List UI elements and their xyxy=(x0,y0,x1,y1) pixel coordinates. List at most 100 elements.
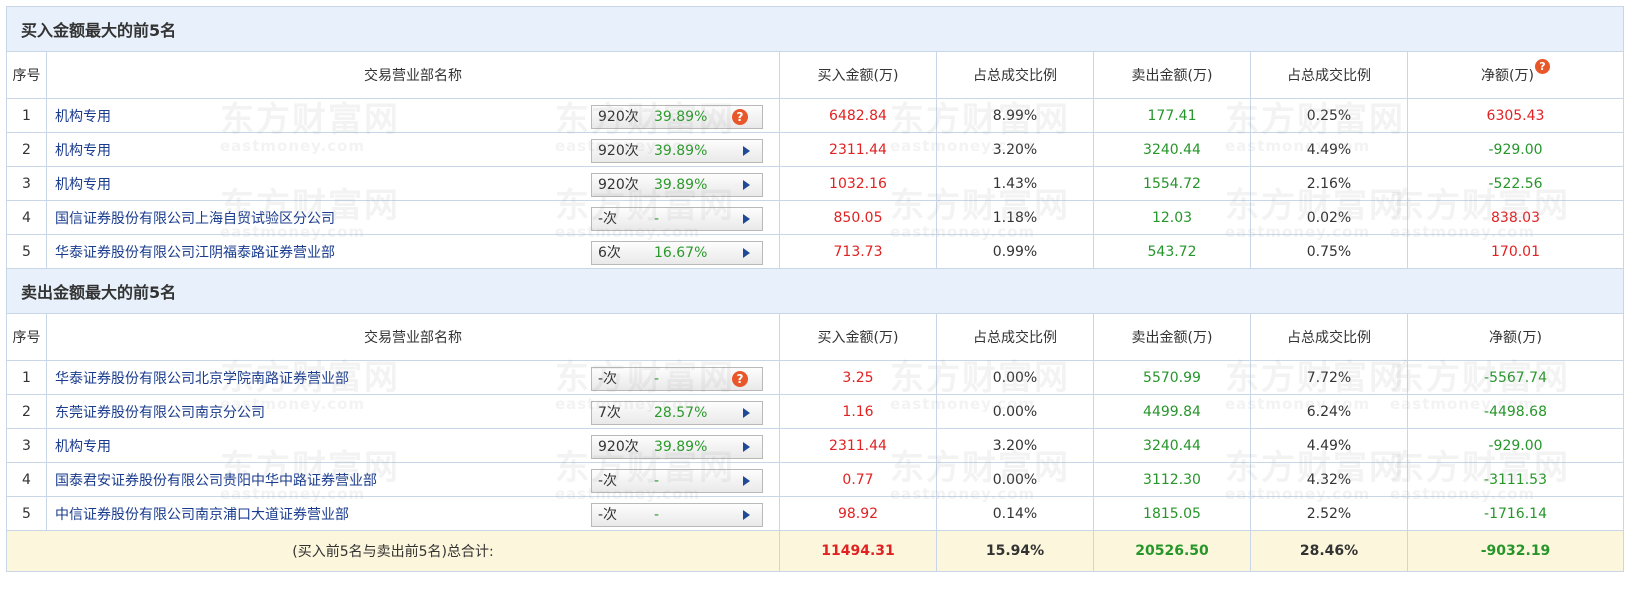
expand-arrow-icon[interactable] xyxy=(743,248,750,258)
header-buy-amount-label: 买入金额(万) xyxy=(817,330,899,346)
appearance-count: -次 xyxy=(598,507,618,523)
buy-amount: 6482.84 xyxy=(779,98,937,133)
branch-name-link[interactable]: 机构专用 xyxy=(55,143,111,159)
help-icon[interactable]: ? xyxy=(732,371,748,387)
header-index-label: 序号 xyxy=(12,68,41,84)
net-amount: -929.00 xyxy=(1406,428,1625,463)
expand-arrow-icon[interactable] xyxy=(743,408,750,418)
buy-ratio: 0.00% xyxy=(936,360,1094,395)
appearance-count: 7次 xyxy=(598,405,621,421)
branch-name-link[interactable]: 机构专用 xyxy=(55,109,111,125)
branch-name-link[interactable]: 机构专用 xyxy=(55,177,111,193)
header-sell-ratio: 占总成交比例 xyxy=(1250,313,1408,361)
dragon-tiger-table: 买入金额最大的前5名 序号 交易营业部名称 买入金额(万) 占总成交比例 卖出金额(万) 占… xyxy=(5,6,1625,572)
header-net-amount-label: 净额(万) xyxy=(1489,330,1542,346)
win-rate: - xyxy=(654,371,660,387)
total-sell-amount: 20526.50 xyxy=(1093,530,1251,572)
sell-section-title: 卖出金额最大的前5名 xyxy=(5,268,1625,314)
expand-arrow-icon[interactable] xyxy=(743,442,750,452)
sell-ratio: 0.02% xyxy=(1250,200,1408,235)
net-amount: 170.01 xyxy=(1406,234,1625,269)
appearance-count: -次 xyxy=(598,211,618,227)
header-branch-name-label: 交易营业部名称 xyxy=(364,330,462,346)
header-sell-ratio: 占总成交比例 xyxy=(1250,51,1408,99)
branch-name-cell: 机构专用 920次 39.89% xyxy=(46,132,780,167)
win-rate: 39.89% xyxy=(654,109,708,125)
expand-arrow-icon[interactable] xyxy=(743,146,750,156)
branch-stat-button[interactable]: -次 - xyxy=(591,469,763,493)
branch-name-cell: 中信证券股份有限公司南京浦口大道证券营业部 -次 - xyxy=(46,496,780,531)
header-buy-ratio: 占总成交比例 xyxy=(936,313,1094,361)
win-rate: - xyxy=(654,473,660,489)
win-rate: 39.89% xyxy=(654,177,708,193)
sell-amount: 177.41 xyxy=(1093,98,1251,133)
branch-name-link[interactable]: 国泰君安证券股份有限公司贵阳中华中路证券营业部 xyxy=(55,473,377,489)
sell-section-header: 卖出金额最大的前5名 xyxy=(5,268,1625,314)
header-sell-amount-label: 卖出金额(万) xyxy=(1131,68,1213,84)
buy-ratio: 1.43% xyxy=(936,166,1094,201)
branch-name-cell: 国信证券股份有限公司上海自贸试验区分公司 -次 - xyxy=(46,200,780,235)
appearance-count: 920次 xyxy=(598,143,639,159)
net-amount: 6305.43 xyxy=(1406,98,1625,133)
table-row: 1 机构专用 920次 39.89%? 6482.84 8.99% 177.41 0.25% 6… xyxy=(6,98,1625,133)
header-branch-name: 交易营业部名称 xyxy=(46,313,780,361)
expand-arrow-icon[interactable] xyxy=(743,180,750,190)
win-rate: - xyxy=(654,507,660,523)
branch-stat-button[interactable]: 920次 39.89% xyxy=(591,139,763,163)
sell-amount: 5570.99 xyxy=(1093,360,1251,395)
branch-name-cell: 机构专用 920次 39.89% xyxy=(46,166,780,201)
sell-ratio: 2.16% xyxy=(1250,166,1408,201)
sell-amount: 4499.84 xyxy=(1093,394,1251,429)
table-row: 2 东莞证券股份有限公司南京分公司 7次 28.57% 1.16 0.00% 4499.84… xyxy=(6,394,1625,429)
buy-amount: 850.05 xyxy=(779,200,937,235)
sell-ratio: 4.49% xyxy=(1250,132,1408,167)
sell-ratio: 4.49% xyxy=(1250,428,1408,463)
sell-ratio: 7.72% xyxy=(1250,360,1408,395)
branch-name-cell: 华泰证券股份有限公司江阴福泰路证券营业部 6次 16.67% xyxy=(46,234,780,269)
header-net-amount-label: 净额(万) xyxy=(1481,68,1534,84)
branch-stat-button[interactable]: 920次 39.89% xyxy=(591,173,763,197)
net-amount: -1716.14 xyxy=(1406,496,1625,531)
net-amount: -929.00 xyxy=(1406,132,1625,167)
buy-column-headers: 序号 交易营业部名称 买入金额(万) 占总成交比例 卖出金额(万) 占总成交比例 净额(万)… xyxy=(6,51,1625,99)
branch-stat-button[interactable]: 7次 28.57% xyxy=(591,401,763,425)
total-buy-amount: 11494.31 xyxy=(779,530,937,572)
buy-ratio: 1.18% xyxy=(936,200,1094,235)
branch-name-link[interactable]: 东莞证券股份有限公司南京分公司 xyxy=(55,405,265,421)
branch-stat-button[interactable]: -次 - xyxy=(591,207,763,231)
branch-stat-button[interactable]: 920次 39.89%? xyxy=(591,105,763,129)
lhb-page: 买入金额最大的前5名 序号 交易营业部名称 买入金额(万) 占总成交比例 卖出金额(万) 占… xyxy=(0,0,1629,604)
header-sell-amount: 卖出金额(万) xyxy=(1093,51,1251,99)
appearance-count: 920次 xyxy=(598,177,639,193)
branch-stat-button[interactable]: -次 -? xyxy=(591,367,763,391)
branch-name-link[interactable]: 国信证券股份有限公司上海自贸试验区分公司 xyxy=(55,211,335,227)
expand-arrow-icon[interactable] xyxy=(743,214,750,224)
net-amount: -4498.68 xyxy=(1406,394,1625,429)
net-help-icon[interactable]: ? xyxy=(1534,59,1550,74)
header-buy-ratio: 占总成交比例 xyxy=(936,51,1094,99)
branch-name-link[interactable]: 中信证券股份有限公司南京浦口大道证券营业部 xyxy=(55,507,349,523)
win-rate: - xyxy=(654,211,660,227)
expand-arrow-icon[interactable] xyxy=(743,510,750,520)
row-index: 5 xyxy=(6,234,47,269)
expand-arrow-icon[interactable] xyxy=(743,476,750,486)
branch-name-link[interactable]: 华泰证券股份有限公司江阴福泰路证券营业部 xyxy=(55,245,335,261)
branch-name-link[interactable]: 华泰证券股份有限公司北京学院南路证券营业部 xyxy=(55,371,349,387)
header-buy-amount: 买入金额(万) xyxy=(779,51,937,99)
net-amount: -3111.53 xyxy=(1406,462,1625,497)
branch-stat-button[interactable]: 6次 16.67% xyxy=(591,241,763,265)
header-buy-ratio-label: 占总成交比例 xyxy=(973,68,1057,84)
branch-name-link[interactable]: 机构专用 xyxy=(55,439,111,455)
buy-section-header: 买入金额最大的前5名 xyxy=(5,6,1625,52)
buy-ratio: 0.00% xyxy=(936,462,1094,497)
row-index: 2 xyxy=(6,132,47,167)
total-net-amount: -9032.19 xyxy=(1406,530,1625,572)
branch-name-cell: 国泰君安证券股份有限公司贵阳中华中路证券营业部 -次 - xyxy=(46,462,780,497)
branch-stat-button[interactable]: -次 - xyxy=(591,503,763,527)
branch-stat-button[interactable]: 920次 39.89% xyxy=(591,435,763,459)
header-index-label: 序号 xyxy=(12,330,41,346)
help-icon[interactable]: ? xyxy=(732,109,748,125)
net-amount: -522.56 xyxy=(1406,166,1625,201)
table-row: 4 国信证券股份有限公司上海自贸试验区分公司 -次 - 850.05 1.18% 12.03… xyxy=(6,200,1625,235)
buy-ratio: 3.20% xyxy=(936,428,1094,463)
